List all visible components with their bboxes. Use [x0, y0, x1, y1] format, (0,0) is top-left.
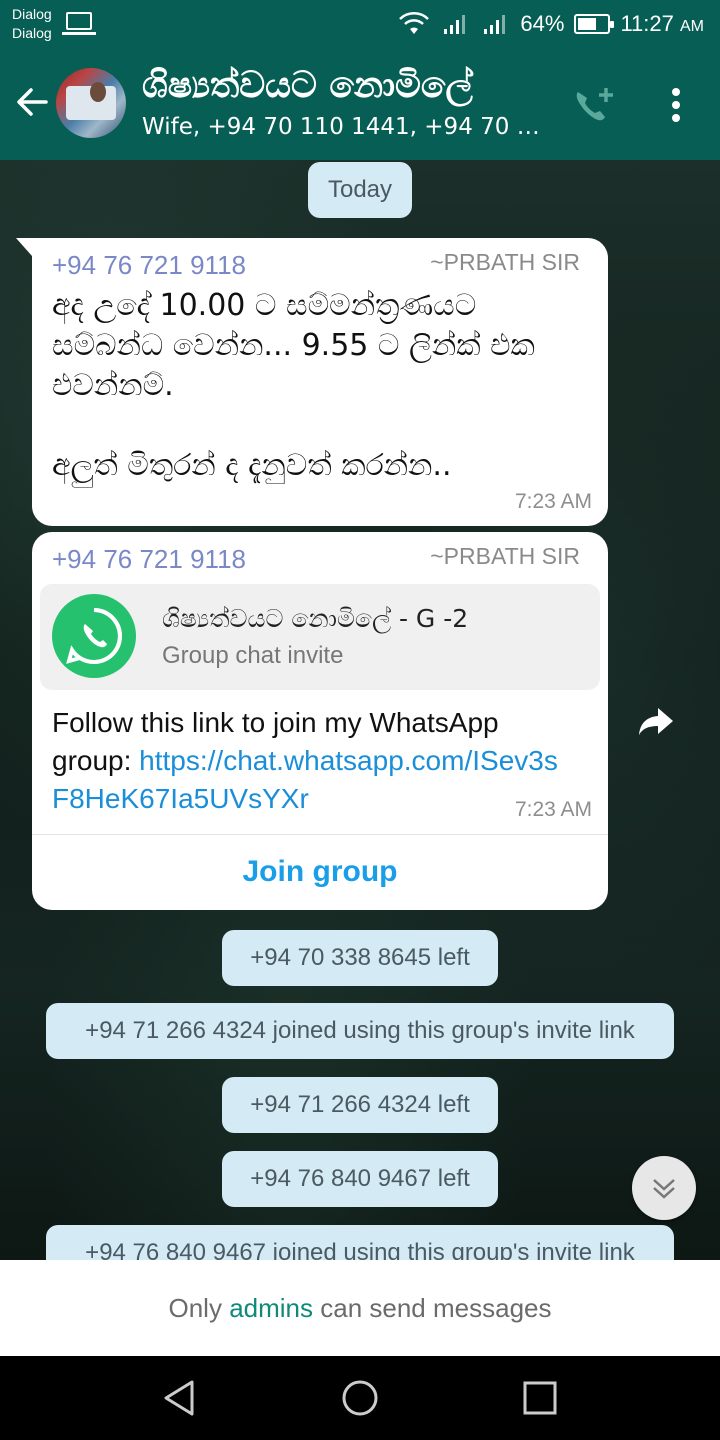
group-name[interactable]: ශිෂ්‍යත්වයට නොමිලේ	[142, 64, 473, 108]
message-time: 7:23 AM	[514, 798, 592, 821]
system-message: +94 70 338 8645 left	[222, 930, 498, 986]
message-time: 7:23 AM	[514, 490, 592, 513]
nav-home-icon[interactable]	[340, 1378, 380, 1418]
clock-ampm: AM	[680, 18, 704, 35]
sender-number[interactable]: +94 76 721 9118	[52, 248, 246, 282]
message-text: අද උදේ 10.00 ට සම්මන්ත්‍රණයට සම්බන්ධ වෙන…	[52, 288, 535, 483]
signal-icon-sim1	[444, 15, 466, 34]
clock-time: 11:27	[620, 11, 674, 36]
battery-percent: 64%	[520, 11, 565, 36]
carrier-line-2: Dialog	[12, 25, 52, 41]
message-text: Follow this link to join my WhatsApp gro…	[52, 704, 572, 818]
system-message: +94 71 266 4324 joined using this group'…	[46, 1003, 674, 1059]
system-nav-bar	[0, 1356, 720, 1440]
admins-link[interactable]: admins	[229, 1293, 313, 1324]
clock: 11:27 AM	[620, 11, 704, 37]
nav-recent-apps-icon[interactable]	[522, 1380, 558, 1416]
status-icons: 64% 11:27 AM	[398, 8, 704, 40]
add-call-icon[interactable]	[570, 84, 616, 126]
signal-icon-sim2	[484, 15, 506, 34]
system-message: +94 71 266 4324 left	[222, 1077, 498, 1133]
nav-back-icon[interactable]	[162, 1378, 198, 1418]
system-message: +94 76 840 9467 joined using this group'…	[46, 1225, 674, 1260]
status-bar: Dialog Dialog 64% 11:27 AM	[0, 0, 720, 48]
sender-number[interactable]: +94 76 721 9118	[52, 542, 246, 576]
more-options-icon[interactable]	[664, 84, 688, 126]
whatsapp-logo-icon	[52, 594, 136, 678]
invite-group-title: ශිෂ්‍යත්වයට නොමිලේ - G -2	[162, 604, 469, 633]
notice-suffix: can send messages	[313, 1292, 552, 1323]
chat-header: ශිෂ්‍යත්වයට නොමිලේ Wife, +94 70 110 1441…	[0, 48, 720, 160]
sender-name: ~PRBATH SIR	[430, 543, 580, 569]
battery-icon	[574, 14, 615, 34]
carrier-line-1: Dialog	[12, 6, 52, 22]
group-avatar[interactable]	[56, 68, 126, 138]
invite-message-bubble[interactable]: +94 76 721 9118 ~PRBATH SIR ශිෂ්‍යත්වයට …	[32, 532, 608, 910]
admins-only-notice: Only admins can send messages	[0, 1260, 720, 1356]
message-bubble[interactable]: +94 76 721 9118 ~PRBATH SIR අද උදේ 10.00…	[16, 238, 608, 526]
carrier-label: Dialog Dialog	[12, 5, 52, 43]
date-divider: Today	[308, 162, 412, 218]
system-message: +94 76 840 9467 left	[222, 1151, 498, 1207]
group-members-subtitle[interactable]: Wife, +94 70 110 1441, +94 70 1...	[142, 112, 552, 142]
invite-subtitle: Group chat invite	[162, 642, 344, 669]
back-arrow-icon[interactable]	[12, 82, 52, 122]
group-invite-card[interactable]: ශිෂ්‍යත්වයට නොමිලේ - G -2 Group chat inv…	[40, 584, 600, 690]
screen-mirror-icon	[62, 12, 96, 35]
forward-icon[interactable]	[636, 704, 676, 738]
double-chevron-down-icon	[653, 1179, 675, 1199]
sender-name: ~PRBATH SIR	[430, 249, 580, 275]
scroll-to-bottom-button[interactable]	[632, 1156, 696, 1220]
join-group-button[interactable]: Join group	[32, 835, 608, 909]
wifi-icon	[399, 12, 430, 34]
chat-area[interactable]: Today +94 76 721 9118 ~PRBATH SIR අද උදේ…	[0, 160, 720, 1260]
notice-prefix: Only	[168, 1292, 230, 1323]
